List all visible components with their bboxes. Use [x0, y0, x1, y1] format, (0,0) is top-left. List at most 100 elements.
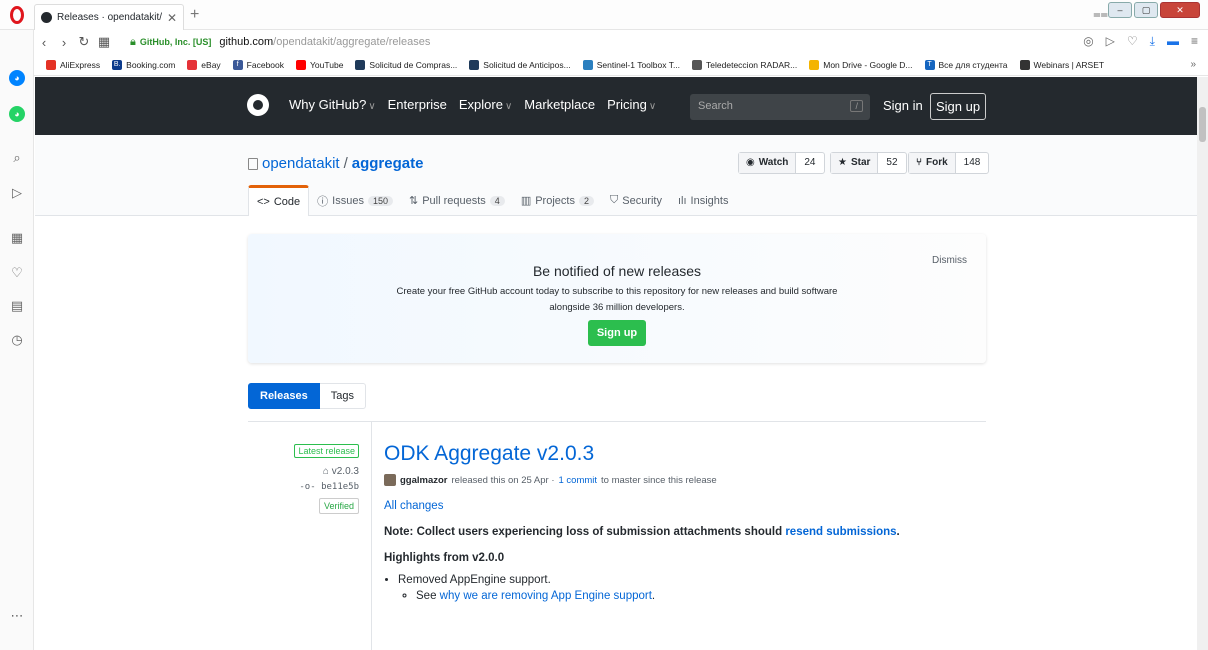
star-button[interactable]: ★ Star	[831, 153, 879, 173]
verified-badge[interactable]: Verified	[318, 498, 359, 514]
heart-icon[interactable]: ♡	[1127, 34, 1138, 49]
header-nav-item[interactable]: Pricing ∨	[607, 97, 656, 112]
release-title-link[interactable]: ODK Aggregate v2.0.3	[384, 442, 984, 466]
tab-menu-icon[interactable]: ⩵	[1093, 6, 1108, 22]
fork-icon: ⑂	[916, 157, 922, 168]
download-icon[interactable]: ⤓	[1150, 34, 1155, 49]
byline-end: to master since this release	[601, 474, 717, 486]
bookmark-label: AliExpress	[60, 59, 101, 70]
tags-tab[interactable]: Tags	[319, 383, 366, 409]
opera-logo-icon[interactable]	[10, 6, 24, 24]
tab-projects[interactable]: ▥ Projects 2	[513, 185, 602, 216]
fork-count[interactable]: 148	[956, 153, 989, 173]
release-commit: be11e5b	[321, 482, 359, 492]
tab-icon: <>	[257, 196, 270, 208]
sign-in-link[interactable]: Sign in	[883, 98, 923, 113]
tab-code[interactable]: <> Code	[248, 185, 310, 216]
bookmark-item[interactable]: Webinars | ARSET	[1019, 59, 1104, 70]
tab-issues[interactable]: ⓘ Issues 150	[309, 185, 401, 216]
release-commit-link[interactable]: -o- be11e5b	[248, 482, 359, 492]
star-count[interactable]: 52	[878, 153, 905, 173]
bookmarks-heart-icon[interactable]: ♡	[9, 265, 25, 281]
author-link[interactable]: ggalmazor	[400, 475, 448, 486]
close-tab-icon[interactable]: ✕	[167, 11, 177, 25]
bookmark-icon	[582, 59, 593, 70]
header-sign-up-button[interactable]: Sign up	[930, 93, 986, 120]
repo-owner-link[interactable]: opendatakit	[262, 155, 340, 172]
battery-icon[interactable]: ▬	[1167, 34, 1179, 49]
sub-list: See why we are removing App Engine suppo…	[416, 590, 984, 602]
bookmark-item[interactable]: Mon Drive - Google D...	[809, 59, 913, 70]
url-field[interactable]: github.com/opendatakit/aggregate/release…	[219, 36, 430, 48]
header-nav-label: Enterprise	[387, 97, 447, 112]
maximize-button[interactable]: ▢	[1134, 2, 1158, 18]
bookmark-icon	[469, 59, 480, 70]
more-icon[interactable]: ⋯	[9, 608, 25, 624]
tab-pull-requests[interactable]: ⇅ Pull requests 4	[401, 185, 513, 216]
header-nav-item[interactable]: Explore ∨	[459, 97, 512, 112]
search-icon[interactable]: ⌕	[9, 150, 25, 166]
releases-tab[interactable]: Releases	[248, 383, 320, 409]
scrollbar-thumb[interactable]	[1199, 107, 1206, 142]
tag-icon: ⌂	[322, 466, 332, 477]
news-icon[interactable]: ▤	[9, 298, 25, 314]
repo-name-link[interactable]: aggregate	[352, 155, 424, 172]
avatar[interactable]	[384, 474, 396, 486]
bookmark-item[interactable]: Teledeteccion RADAR...	[692, 59, 797, 70]
fork-button[interactable]: ⑂ Fork	[909, 153, 956, 173]
resend-submissions-link[interactable]: resend submissions	[785, 526, 896, 538]
bookmark-item[interactable]: T Все для студента	[924, 59, 1008, 70]
commits-link[interactable]: 1 commit	[559, 475, 598, 486]
watch-button[interactable]: ◉ Watch	[739, 153, 797, 173]
send-icon[interactable]: ▷	[1106, 34, 1115, 49]
header-nav-item[interactable]: Enterprise	[388, 97, 447, 112]
release-byline: ggalmazor released this on 25 Apr · 1 co…	[384, 474, 984, 486]
bookmark-item[interactable]: f Facebook	[232, 59, 284, 70]
release-meta: Latest release ⌂ v2.0.3 -o- be11e5b Veri…	[248, 422, 372, 650]
whatsapp-icon[interactable]: ◕	[9, 106, 25, 122]
all-changes-link[interactable]: All changes	[384, 500, 984, 512]
tab-security[interactable]: ⛉ Security	[602, 185, 670, 216]
search-input[interactable]: Search /	[690, 94, 870, 120]
bookmark-item[interactable]: AliExpress	[46, 59, 101, 70]
highlights-list: Removed AppEngine support. See why we ar…	[398, 574, 984, 602]
close-window-button[interactable]: ✕	[1160, 2, 1200, 18]
minimize-button[interactable]: –	[1108, 2, 1132, 18]
notify-sign-up-button[interactable]: Sign up	[588, 320, 646, 346]
bookmark-item[interactable]: Solicitud de Anticipos...	[469, 59, 571, 70]
tab-icon: ılı	[677, 194, 687, 207]
tab-label: Pull requests	[422, 194, 486, 207]
bookmark-item[interactable]: Sentinel-1 Toolbox T...	[582, 59, 681, 70]
appengine-link[interactable]: why we are removing App Engine support	[440, 590, 652, 602]
header-nav-item[interactable]: Why GitHub? ∨	[289, 97, 376, 112]
speed-dial-icon[interactable]: ▦	[94, 34, 114, 50]
history-icon[interactable]: ◷	[9, 332, 25, 348]
easy-setup-icon[interactable]: ≡	[1191, 34, 1198, 49]
bookmark-item[interactable]: YouTube	[296, 59, 343, 70]
snapshot-icon[interactable]: ◎	[1083, 34, 1093, 49]
header-nav-item[interactable]: Marketplace	[524, 97, 595, 112]
forward-icon[interactable]: ›	[54, 35, 74, 50]
back-icon[interactable]: ‹	[34, 35, 54, 50]
tab-insights[interactable]: ılı Insights	[670, 185, 736, 216]
speed-dial-icon[interactable]: ▦	[9, 230, 25, 246]
star-label: Star	[850, 157, 871, 168]
bookmark-item[interactable]: B. Booking.com	[112, 59, 175, 70]
bookmark-label: Sentinel-1 Toolbox T...	[596, 59, 681, 70]
release-notify-banner: Dismiss Be notified of new releases Crea…	[248, 234, 986, 363]
messenger-icon[interactable]: ◕	[9, 70, 25, 86]
chevron-down-icon: ∨	[504, 101, 513, 112]
bookmarks-more-icon[interactable]: »	[1190, 59, 1196, 70]
browser-tab[interactable]: Releases · opendatakit/aggre ✕	[34, 4, 184, 30]
reload-icon[interactable]: ↻	[74, 34, 94, 50]
new-tab-button[interactable]: +	[190, 6, 199, 24]
repo-title: opendatakit / aggregate	[248, 155, 423, 172]
release-tag-link[interactable]: ⌂ v2.0.3	[248, 466, 359, 477]
github-logo-icon[interactable]	[247, 94, 269, 116]
bookmark-item[interactable]: Solicitud de Compras...	[355, 59, 457, 70]
bookmark-item[interactable]: eBay	[187, 59, 221, 70]
flow-icon[interactable]: ▷	[9, 185, 25, 201]
scrollbar[interactable]	[1197, 77, 1208, 650]
watch-count[interactable]: 24	[796, 153, 823, 173]
sub-end: .	[651, 590, 656, 602]
